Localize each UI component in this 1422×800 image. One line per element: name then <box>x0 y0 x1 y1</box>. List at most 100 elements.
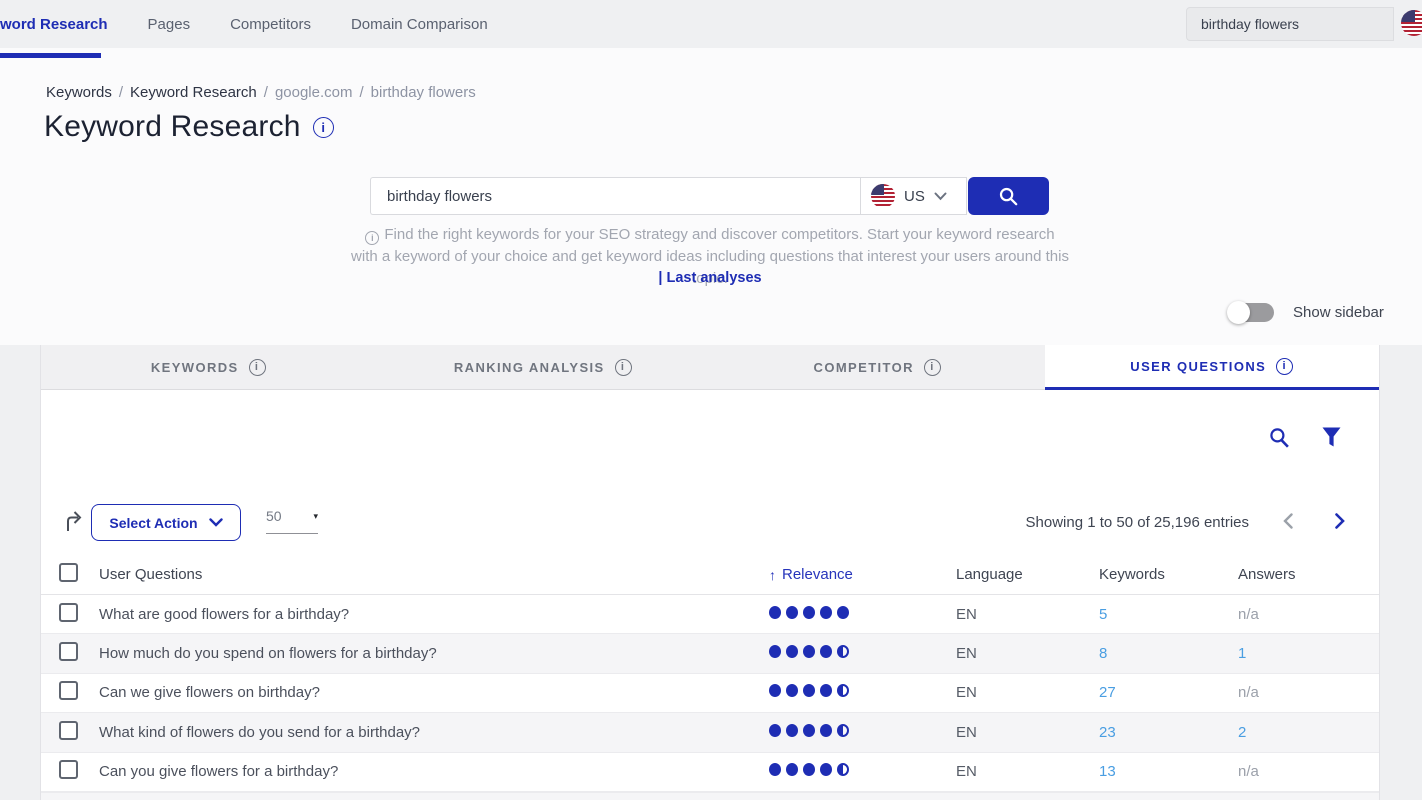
breadcrumb-separator: / <box>264 84 268 101</box>
breadcrumb-item[interactable]: birthday flowers <box>371 84 476 101</box>
keywords-link[interactable]: 8 <box>1099 645 1107 662</box>
column-language: Language <box>956 566 1023 583</box>
question-text[interactable]: Can we give flowers on birthday? <box>99 684 320 701</box>
question-text[interactable]: Can you give flowers for a birthday? <box>99 763 338 780</box>
row-checkbox[interactable] <box>59 760 78 779</box>
relevance-dot <box>820 763 832 776</box>
question-text[interactable]: How much do you spend on flowers for a b… <box>99 645 437 662</box>
row-checkbox[interactable] <box>59 603 78 622</box>
column-relevance: Relevance <box>782 566 853 583</box>
prev-page-icon[interactable] <box>1283 513 1293 529</box>
top-search-input[interactable] <box>1201 16 1381 32</box>
language-value: EN <box>956 763 977 780</box>
language-value: EN <box>956 645 977 662</box>
relevance-dot <box>803 606 815 619</box>
breadcrumb-separator: / <box>360 84 364 101</box>
top-search-box[interactable] <box>1186 7 1394 41</box>
info-icon[interactable]: i <box>313 117 334 138</box>
tab-keywords[interactable]: KEYWORDS i <box>41 345 376 390</box>
chevron-down-icon <box>934 192 947 201</box>
country-selector[interactable]: US <box>860 177 967 215</box>
relevance-dot <box>820 724 832 737</box>
relevance-dot <box>803 684 815 697</box>
column-answers: Answers <box>1238 566 1296 583</box>
nav-item[interactable]: Pages <box>148 16 191 33</box>
relevance-dot <box>837 645 849 658</box>
info-icon[interactable]: i <box>249 359 266 376</box>
info-icon[interactable]: i <box>615 359 632 376</box>
relevance-dot <box>803 645 815 658</box>
relevance-dots <box>769 763 849 776</box>
nav-item[interactable]: Competitors <box>230 16 311 33</box>
show-sidebar-toggle[interactable] <box>1229 303 1274 322</box>
language-value: EN <box>956 606 977 623</box>
page-title: Keyword Research <box>44 110 301 144</box>
next-page-icon[interactable] <box>1335 513 1345 529</box>
relevance-dot <box>837 763 849 776</box>
magnifier-icon <box>998 186 1019 207</box>
show-sidebar-label: Show sidebar <box>1293 304 1384 321</box>
breadcrumb-item[interactable]: Keywords <box>46 84 112 101</box>
results-panel: KEYWORDSiRANKING ANALYSISiCOMPETITORiUSE… <box>40 345 1380 800</box>
tab-label: USER QUESTIONS <box>1130 359 1266 374</box>
column-relevance-sort[interactable]: ↑Relevance <box>769 566 956 583</box>
breadcrumb-item[interactable]: google.com <box>275 84 353 101</box>
answers-link[interactable]: 1 <box>1238 645 1246 662</box>
table-header: User Questions ↑Relevance Language Keywo… <box>41 555 1379 595</box>
answers-link[interactable]: 2 <box>1238 724 1246 741</box>
table-body: What are good flowers for a birthday? EN 5… <box>41 595 1379 792</box>
keywords-link[interactable]: 27 <box>1099 684 1116 701</box>
info-icon: i <box>365 231 379 245</box>
tab-ranking-analysis[interactable]: RANKING ANALYSIS i <box>376 345 711 390</box>
row-checkbox[interactable] <box>59 681 78 700</box>
show-sidebar-row: Show sidebar <box>1229 303 1384 322</box>
relevance-dot <box>769 724 781 737</box>
tab-label: RANKING ANALYSIS <box>454 360 605 375</box>
last-analyses-link[interactable]: | Last analyses <box>658 270 761 286</box>
relevance-dots <box>769 684 849 697</box>
top-nav: word Research Pages Competitors Domain Comp… <box>0 0 488 48</box>
relevance-dot <box>803 724 815 737</box>
results-section: KEYWORDSiRANKING ANALYSISiCOMPETITORiUSE… <box>0 345 1422 800</box>
country-code: US <box>904 188 925 205</box>
tab-competitor[interactable]: COMPETITOR i <box>710 345 1045 390</box>
question-text[interactable]: What are good flowers for a birthday? <box>99 606 349 623</box>
tab-label: KEYWORDS <box>151 360 239 375</box>
keyword-search-input[interactable] <box>370 177 860 215</box>
relevance-dot <box>769 645 781 658</box>
row-checkbox[interactable] <box>59 642 78 661</box>
nav-item[interactable]: Domain Comparison <box>351 16 488 33</box>
breadcrumb-item[interactable]: Keyword Research <box>130 84 257 101</box>
relevance-dot <box>769 684 781 697</box>
breadcrumb-separator: / <box>119 84 123 101</box>
relevance-dot <box>820 684 832 697</box>
search-button[interactable] <box>968 177 1049 215</box>
active-nav-underline <box>0 53 101 58</box>
select-all-checkbox[interactable] <box>59 563 78 582</box>
tab-label: COMPETITOR <box>814 360 914 375</box>
table-row: Can we give flowers on birthday?EN27n/a <box>41 674 1379 713</box>
relevance-dots <box>769 645 849 658</box>
question-text[interactable]: What kind of flowers do you send for a b… <box>99 724 420 741</box>
relevance-dot <box>803 763 815 776</box>
info-icon[interactable]: i <box>924 359 941 376</box>
filter-icon[interactable] <box>1322 427 1341 448</box>
tab-user-questions[interactable]: USER QUESTIONS i <box>1045 345 1380 390</box>
table-search-icon[interactable] <box>1269 427 1290 449</box>
row-checkbox[interactable] <box>59 721 78 740</box>
keywords-link[interactable]: 5 <box>1099 606 1107 623</box>
column-user-questions: User Questions <box>99 566 202 583</box>
nav-item[interactable]: word Research <box>0 16 108 33</box>
relevance-dot <box>820 606 832 619</box>
table-row: Can you give flowers for a birthday? EN 13… <box>41 753 1379 792</box>
relevance-dot <box>837 724 849 737</box>
us-flag-icon[interactable] <box>1401 10 1422 36</box>
relevance-dot <box>820 645 832 658</box>
relevance-dot <box>769 606 781 619</box>
table-row: What kind of flowers do you send for a b… <box>41 713 1379 752</box>
relevance-dot <box>786 684 798 697</box>
column-keywords: Keywords <box>1099 566 1165 583</box>
keywords-link[interactable]: 23 <box>1099 724 1116 741</box>
info-icon[interactable]: i <box>1276 358 1293 375</box>
keywords-link[interactable]: 13 <box>1099 763 1116 780</box>
